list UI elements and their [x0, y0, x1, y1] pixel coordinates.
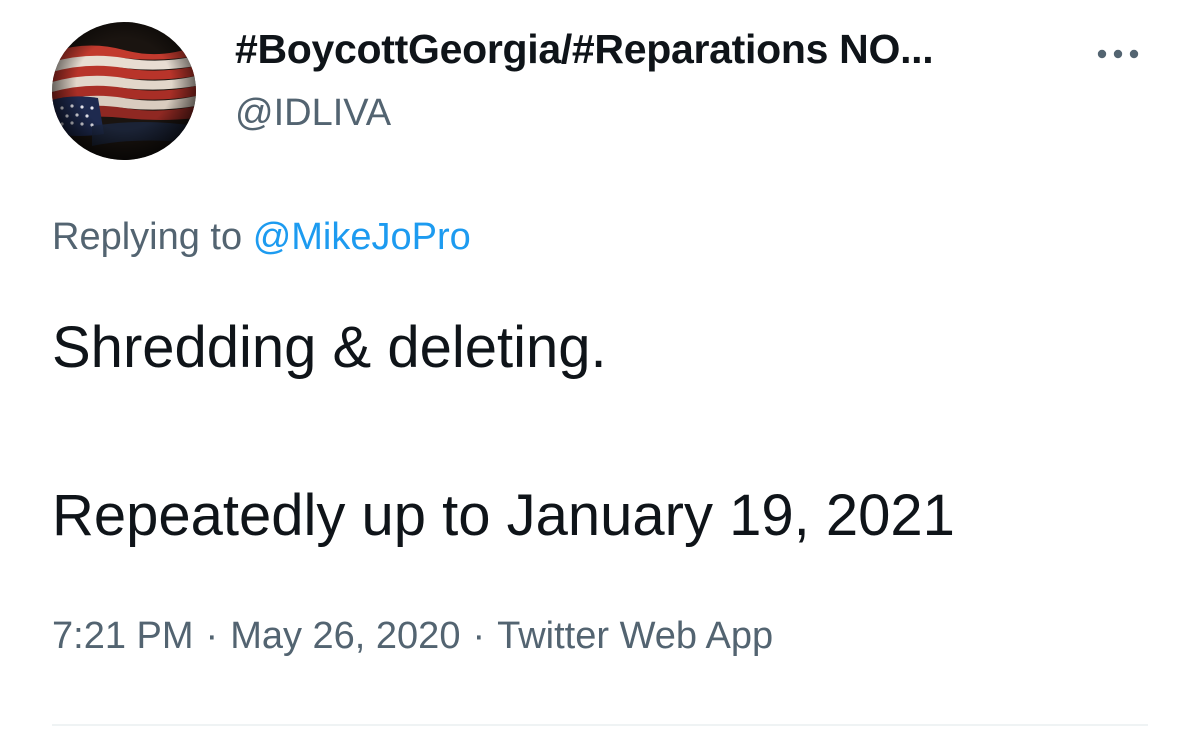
tweet-source[interactable]: Twitter Web App — [497, 615, 773, 657]
tweet-text-line-1: Shredding & deleting. — [52, 315, 607, 380]
tweet-metadata: 7:21 PM · May 26, 2020 · Twitter Web App — [52, 615, 773, 658]
more-horizontal-icon — [1097, 49, 1139, 59]
replying-to-line: Replying to @MikeJoPro — [52, 216, 471, 259]
tweet-time[interactable]: 7:21 PM — [52, 615, 194, 657]
meta-separator: · — [205, 615, 219, 657]
replying-to-label: Replying to — [52, 216, 243, 258]
author-avatar[interactable] — [52, 22, 196, 160]
tweet-body: Shredding & deleting. Repeatedly up to J… — [52, 312, 955, 552]
author-handle[interactable]: @IDLIVA — [235, 92, 391, 135]
divider — [52, 724, 1148, 726]
meta-separator: · — [472, 615, 486, 657]
tweet-card: #BoycottGeorgia/#Reparations NO... @IDLI… — [0, 0, 1200, 738]
waving-us-flag-avatar-icon — [52, 22, 196, 160]
more-options-button[interactable] — [1090, 34, 1146, 74]
tweet-date[interactable]: May 26, 2020 — [230, 615, 460, 657]
tweet-text-line-2: Repeatedly up to January 19, 2021 — [52, 483, 955, 548]
author-display-name[interactable]: #BoycottGeorgia/#Reparations NO... — [235, 26, 934, 73]
reply-mention-link[interactable]: @MikeJoPro — [253, 216, 471, 258]
